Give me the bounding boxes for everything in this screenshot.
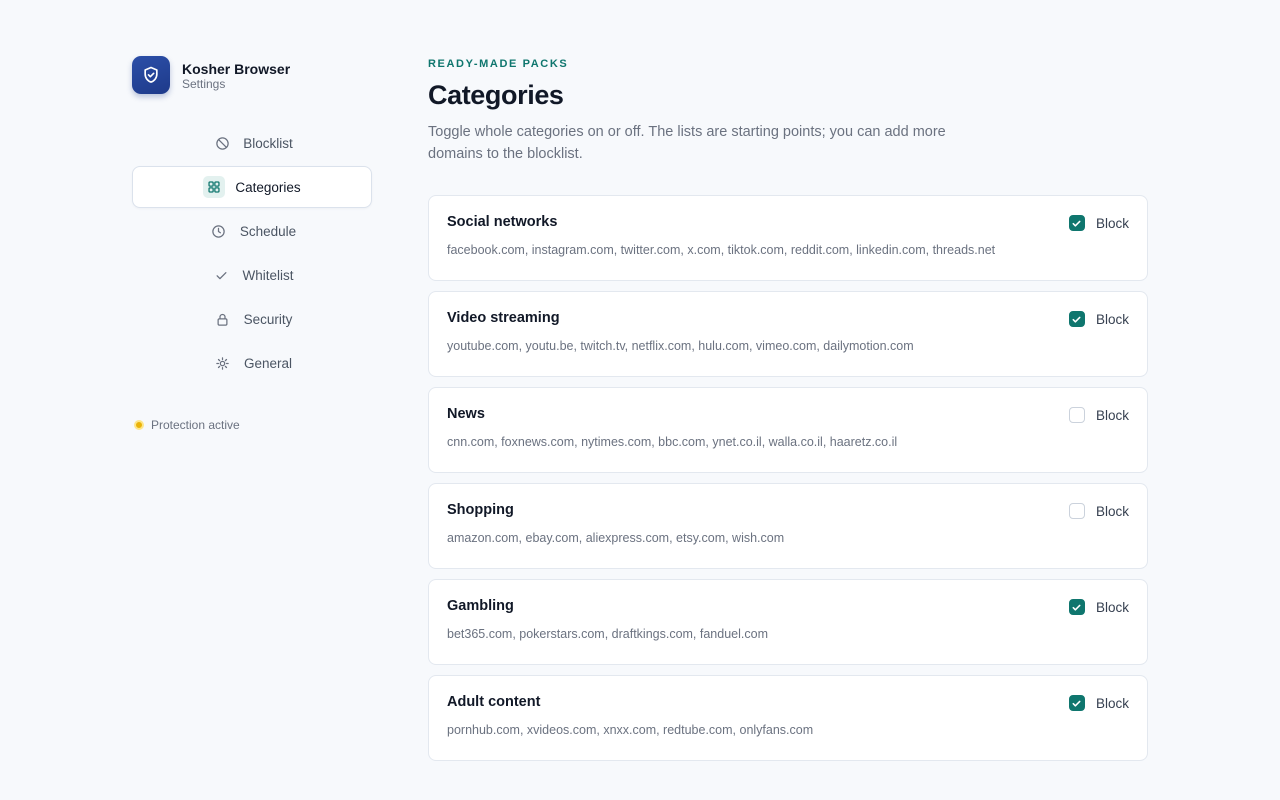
category-domains: pornhub.com, xvideos.com, xnxx.com, redt… <box>447 723 814 737</box>
category-domains: amazon.com, ebay.com, aliexpress.com, et… <box>447 531 785 545</box>
lock-icon <box>212 308 234 330</box>
settings-window: Kosher Browser Settings Blocklist Catego… <box>0 0 1280 800</box>
category-domains: bet365.com, pokerstars.com, draftkings.c… <box>447 627 768 641</box>
block-label: Block <box>1095 215 1129 231</box>
page-title: Categories <box>428 80 564 110</box>
category-list: Social networks facebook.com, instagram.… <box>428 195 1148 761</box>
sidebar-item-label: General <box>243 355 293 371</box>
block-toggle[interactable]: Block <box>1068 407 1129 423</box>
page-description: Toggle whole categories on or off. The l… <box>428 124 946 162</box>
sidebar-item-label: Categories <box>235 179 301 195</box>
block-checkbox[interactable] <box>1068 503 1085 519</box>
category-card-video-streaming: Video streaming youtube.com, youtu.be, t… <box>428 291 1148 377</box>
brand: Kosher Browser Settings <box>132 56 372 94</box>
category-card-shopping: Shopping amazon.com, ebay.com, aliexpres… <box>428 483 1148 569</box>
category-domains: youtube.com, youtu.be, twitch.tv, netfli… <box>447 339 914 353</box>
category-domains: facebook.com, instagram.com, twitter.com… <box>447 243 996 257</box>
main-content: READY-MADE PACKS Categories Toggle whole… <box>428 58 1148 771</box>
sidebar-item-schedule[interactable]: Schedule <box>132 210 372 252</box>
block-checkbox[interactable] <box>1068 695 1085 711</box>
block-checkbox[interactable] <box>1068 215 1085 231</box>
sidebar-item-whitelist[interactable]: Whitelist <box>132 254 372 296</box>
sidebar-item-general[interactable]: General <box>132 342 372 384</box>
category-title: Social networks <box>447 214 558 230</box>
sidebar-item-label: Whitelist <box>242 267 294 283</box>
sidebar: Kosher Browser Settings Blocklist Catego… <box>132 56 372 432</box>
status-text: Protection active <box>151 418 240 432</box>
sidebar-item-blocklist[interactable]: Blocklist <box>132 122 372 164</box>
block-toggle[interactable]: Block <box>1068 311 1129 327</box>
block-label: Block <box>1095 407 1129 423</box>
block-checkbox[interactable] <box>1068 311 1085 327</box>
sidebar-item-label: Security <box>243 311 293 327</box>
category-title: Adult content <box>447 694 541 710</box>
clock-icon <box>208 220 230 242</box>
block-toggle[interactable]: Block <box>1068 503 1129 519</box>
category-domains: cnn.com, foxnews.com, nytimes.com, bbc.c… <box>447 435 898 449</box>
block-label: Block <box>1095 695 1129 711</box>
grid-icon <box>203 176 226 198</box>
sidebar-nav: Blocklist Categories Schedule Whitelist <box>132 122 372 384</box>
status-dot-icon <box>134 420 144 430</box>
category-card-social-networks: Social networks facebook.com, instagram.… <box>428 195 1148 281</box>
block-toggle[interactable]: Block <box>1068 695 1129 711</box>
app-name: Kosher Browser <box>182 60 291 77</box>
block-label: Block <box>1095 503 1129 519</box>
block-label: Block <box>1095 599 1129 615</box>
block-checkbox[interactable] <box>1068 407 1085 423</box>
sun-gear-icon <box>212 352 234 374</box>
sidebar-item-categories[interactable]: Categories <box>132 166 372 208</box>
check-icon <box>210 264 232 286</box>
category-card-adult-content: Adult content pornhub.com, xvideos.com, … <box>428 675 1148 761</box>
block-label: Block <box>1095 311 1129 327</box>
protection-status: Protection active <box>132 418 372 432</box>
shield-check-icon <box>132 56 170 94</box>
section-eyebrow: READY-MADE PACKS <box>428 58 569 70</box>
ban-icon <box>211 132 233 154</box>
block-toggle[interactable]: Block <box>1068 599 1129 615</box>
category-card-gambling: Gambling bet365.com, pokerstars.com, dra… <box>428 579 1148 665</box>
block-toggle[interactable]: Block <box>1068 215 1129 231</box>
sidebar-item-label: Schedule <box>239 223 297 239</box>
category-title: News <box>447 406 485 422</box>
app-subtitle: Settings <box>182 76 226 91</box>
category-title: Video streaming <box>447 310 560 326</box>
sidebar-item-security[interactable]: Security <box>132 298 372 340</box>
sidebar-item-label: Blocklist <box>243 135 293 151</box>
block-checkbox[interactable] <box>1068 599 1085 615</box>
category-title: Shopping <box>447 502 514 518</box>
category-title: Gambling <box>447 598 514 614</box>
category-card-news: News cnn.com, foxnews.com, nytimes.com, … <box>428 387 1148 473</box>
